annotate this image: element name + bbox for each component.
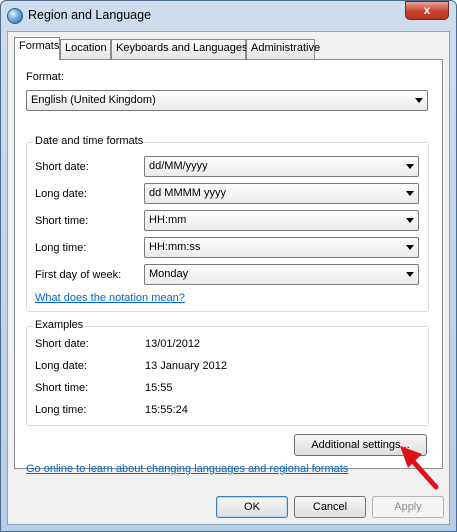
example-long-time-value: 15:55:24 [145,404,188,416]
first-day-of-week-value: Monday [149,268,189,280]
example-short-time-value: 15:55 [145,382,173,394]
example-long-date-label: Long date: [35,360,87,372]
globe-icon [7,8,23,24]
online-help-link[interactable]: Go online to learn about changing langua… [26,463,348,475]
first-day-of-week-dropdown[interactable]: Monday [144,264,419,285]
format-value: English (United Kingdom) [31,94,156,106]
tab-location[interactable]: Location [60,39,111,59]
chevron-down-icon [406,191,414,196]
chevron-down-icon [406,218,414,223]
first-day-of-week-label: First day of week: [35,269,122,281]
example-short-date-value: 13/01/2012 [145,338,201,350]
window-title: Region and Language [28,8,152,22]
chevron-down-icon [406,245,414,250]
examples-title: Examples [33,319,86,331]
apply-button[interactable]: Apply [372,496,444,518]
date-time-formats-title: Date and time formats [33,135,146,147]
notation-help-link[interactable]: What does the notation mean? [35,292,185,304]
long-time-label: Long time: [35,242,87,254]
example-short-date-label: Short date: [35,338,89,350]
short-time-dropdown[interactable]: HH:mm [144,210,419,231]
short-time-label: Short time: [35,215,89,227]
short-time-value: HH:mm [149,214,187,226]
long-date-label: Long date: [35,188,87,200]
short-date-dropdown[interactable]: dd/MM/yyyy [144,156,419,177]
chevron-down-icon [406,164,414,169]
close-button[interactable]: x [405,1,449,20]
title-bar[interactable]: Region and Language x [0,0,457,32]
long-time-dropdown[interactable]: HH:mm:ss [144,237,419,258]
short-date-label: Short date: [35,161,89,173]
tab-keyboards-and-languages[interactable]: Keyboards and Languages [111,39,248,59]
cancel-button[interactable]: Cancel [294,496,366,518]
long-date-value: dd MMMM yyyy [149,187,226,199]
chevron-down-icon [415,98,423,103]
long-time-value: HH:mm:ss [149,241,201,253]
short-date-value: dd/MM/yyyy [149,160,208,172]
annotation-arrow-icon [400,446,439,490]
ok-button[interactable]: OK [216,496,288,518]
example-long-time-label: Long time: [35,404,87,416]
example-long-date-value: 13 January 2012 [145,360,227,372]
tab-formats[interactable]: Formats [14,37,60,60]
chevron-down-icon [406,272,414,277]
tab-administrative[interactable]: Administrative [246,39,320,59]
long-date-dropdown[interactable]: dd MMMM yyyy [144,183,419,204]
format-label: Format: [26,71,64,83]
format-dropdown[interactable]: English (United Kingdom) [26,90,428,111]
example-short-time-label: Short time: [35,382,89,394]
